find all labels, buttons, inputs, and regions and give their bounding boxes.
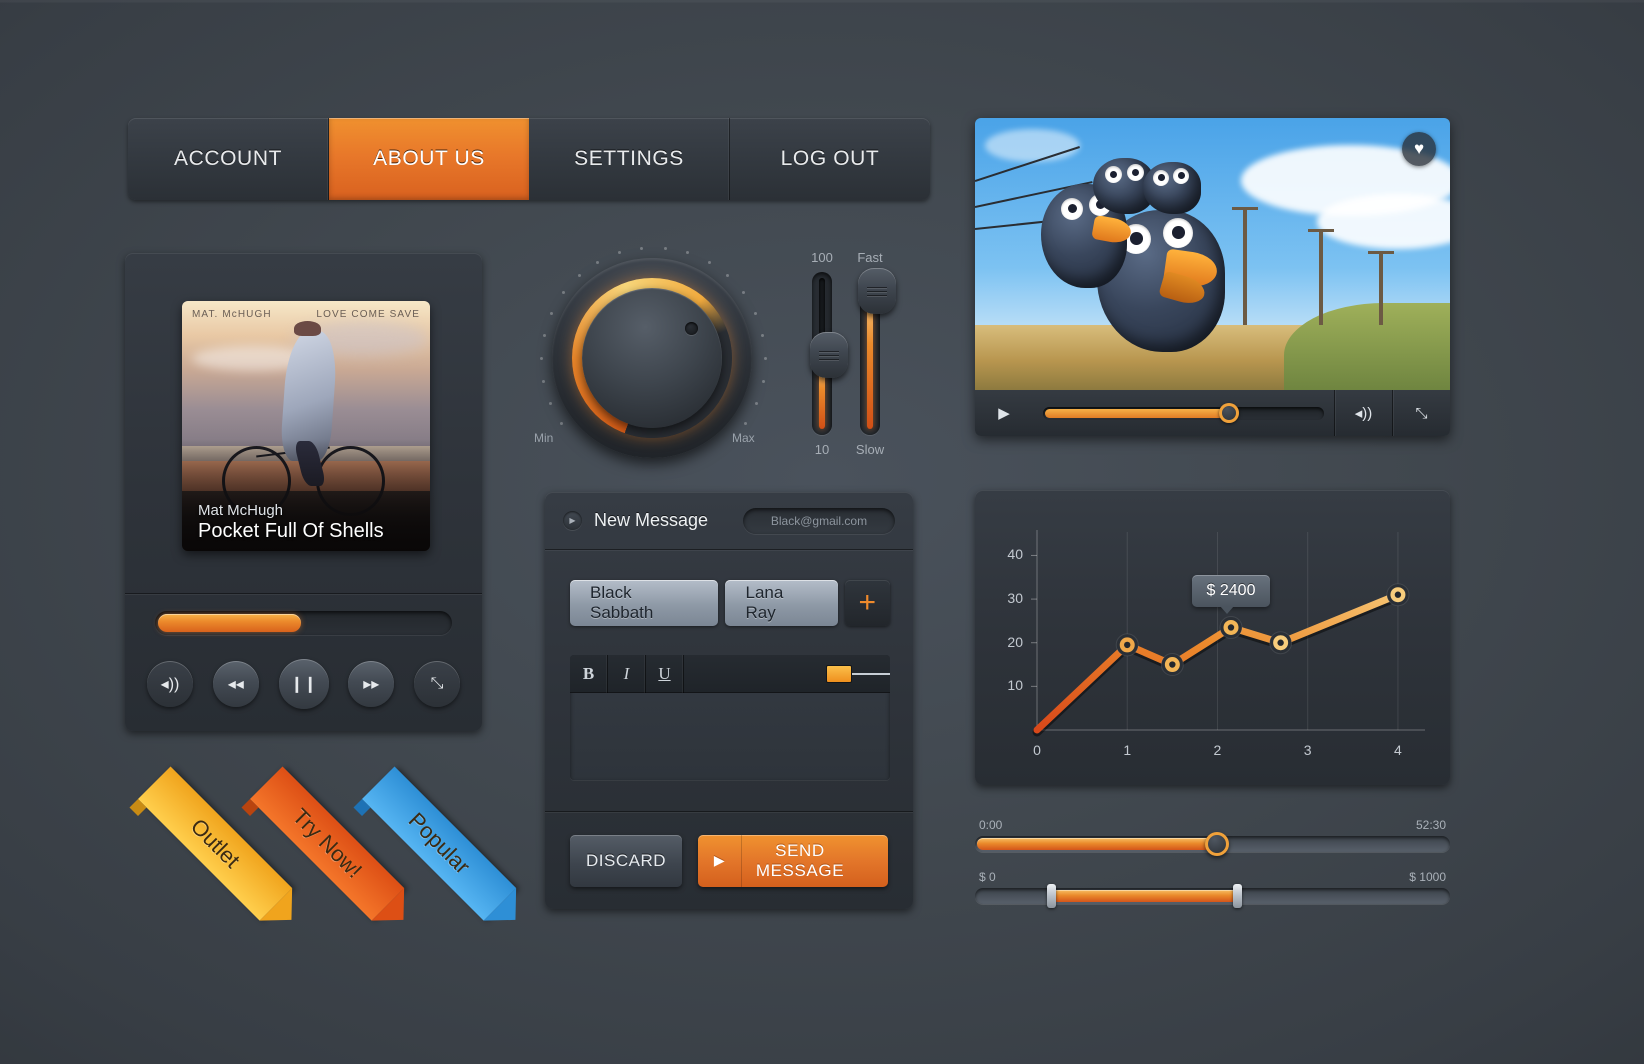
vslider-bottom-label-1: 10 xyxy=(814,442,830,457)
tab-account[interactable]: ACCOUNT xyxy=(128,118,329,200)
video-progress-thumb[interactable] xyxy=(1219,402,1239,423)
chart-svg xyxy=(1031,530,1425,737)
underline-icon[interactable]: U xyxy=(646,654,684,693)
video-fullscreen-icon[interactable]: ⤡ xyxy=(1392,390,1450,436)
chart-plot-area xyxy=(975,490,1450,785)
video-progress-bar[interactable] xyxy=(1043,402,1324,423)
vslider-track-1[interactable] xyxy=(810,272,848,435)
ribbon-group: Outlet Try Now! Popular xyxy=(128,766,532,937)
chart-x-tick: 0 xyxy=(1033,742,1041,758)
chart-tooltip: $ 2400 xyxy=(1192,575,1270,615)
rotary-knob-control[interactable]: Min Max xyxy=(520,238,790,478)
price-slider-low-handle[interactable] xyxy=(1047,884,1056,908)
chart-x-tick: 2 xyxy=(1213,742,1222,758)
discard-button[interactable]: DISCARD xyxy=(570,834,682,887)
chart-y-tick: 40 xyxy=(1007,546,1023,563)
previous-track-icon[interactable]: ◂◂ xyxy=(212,661,259,707)
message-editor: B I U xyxy=(570,654,890,780)
player-divider xyxy=(125,593,482,594)
time-slider-thumb[interactable] xyxy=(1205,832,1229,856)
vslider-top-label-2: Fast xyxy=(857,250,883,265)
line-chart-panel: $ 2400 10 20 30 40 0 1 2 3 4 xyxy=(975,490,1450,785)
align-justify-icon[interactable] xyxy=(852,655,890,693)
expand-icon[interactable]: ⤡ xyxy=(414,661,460,707)
video-control-bar: ▶ ◂)) ⤡ xyxy=(975,390,1450,436)
album-art: MAT. McHUGH LOVE COME SAVE Mat McHugh Po… xyxy=(182,301,430,551)
knob-dial[interactable] xyxy=(582,288,722,428)
knob-position-indicator xyxy=(685,322,698,335)
knob-outer-ring[interactable] xyxy=(552,258,752,458)
time-slider-track[interactable] xyxy=(975,832,1450,856)
vslider-bottom-label-2: Slow xyxy=(855,442,885,457)
send-arrow-icon: ▶ xyxy=(698,834,742,887)
vslider-thumb-2[interactable] xyxy=(858,268,896,314)
price-slider-min-label: $ 0 xyxy=(979,870,996,884)
music-player-panel: MAT. McHUGH LOVE COME SAVE Mat McHugh Po… xyxy=(125,253,482,731)
album-cover-credits: MAT. McHUGH LOVE COME SAVE xyxy=(182,301,430,327)
tab-settings[interactable]: SETTINGS xyxy=(529,118,730,200)
ribbon-popular[interactable]: Popular xyxy=(353,766,532,937)
pause-icon[interactable]: ❙❙ xyxy=(278,659,329,709)
chart-x-tick: 1 xyxy=(1123,742,1132,758)
send-message-label: SEND MESSAGE xyxy=(755,840,845,880)
price-slider-fill xyxy=(1049,890,1239,902)
album-artist-credit: MAT. McHUGH xyxy=(192,308,272,320)
video-volume-icon[interactable]: ◂)) xyxy=(1334,390,1392,436)
video-player: ♥ ▶ ◂)) ⤡ xyxy=(975,118,1450,436)
new-message-panel: ▶ New Message Black@gmail.com Black Sabb… xyxy=(545,492,913,909)
tab-log-out[interactable]: LOG OUT xyxy=(730,118,930,200)
now-playing-artist: Mat McHugh xyxy=(198,502,284,519)
message-body-input[interactable] xyxy=(570,693,890,780)
main-tab-bar: ACCOUNT ABOUT US SETTINGS LOG OUT xyxy=(128,118,930,200)
vslider-track-2[interactable] xyxy=(858,268,896,435)
expand-arrow-icon[interactable]: ▶ xyxy=(563,511,582,530)
chart-y-tick: 20 xyxy=(1007,633,1023,650)
chart-x-tick: 3 xyxy=(1303,742,1312,758)
message-footer: DISCARD ▶ SEND MESSAGE xyxy=(545,811,913,909)
text-color-swatch-icon[interactable] xyxy=(826,664,852,683)
album-title-credit: LOVE COME SAVE xyxy=(316,308,420,320)
video-frame[interactable]: ♥ xyxy=(975,118,1450,390)
video-play-icon[interactable]: ▶ xyxy=(975,390,1033,436)
send-message-button[interactable]: ▶ SEND MESSAGE xyxy=(698,834,888,887)
message-header: ▶ New Message Black@gmail.com xyxy=(545,492,913,550)
player-progress-bar[interactable] xyxy=(155,611,452,635)
price-slider-max-label: $ 1000 xyxy=(1409,870,1446,884)
price-slider-track[interactable] xyxy=(975,884,1450,908)
now-playing-track: Pocket Full Of Shells xyxy=(198,520,384,542)
message-title: New Message xyxy=(594,510,709,530)
vslider-thumb-1[interactable] xyxy=(810,332,848,378)
vertical-slider-group: 100 10 Fast Slow xyxy=(795,250,925,465)
price-slider-high-handle[interactable] xyxy=(1233,884,1242,908)
favorite-heart-icon[interactable]: ♥ xyxy=(1402,132,1436,166)
chart-x-tick: 4 xyxy=(1394,742,1402,758)
time-slider-fill xyxy=(977,838,1217,850)
vslider-top-label-1: 100 xyxy=(811,250,833,265)
knob-max-label: Max xyxy=(732,431,755,445)
knob-min-label: Min xyxy=(534,431,554,445)
editor-toolbar: B I U xyxy=(570,654,890,693)
video-progress-fill xyxy=(1045,408,1227,418)
recipient-chip[interactable]: Black Sabbath xyxy=(570,580,719,626)
time-slider-max-label: 52:30 xyxy=(1415,818,1446,832)
chart-y-tick: 10 xyxy=(1007,677,1023,694)
player-transport-controls: ◂)) ◂◂ ❙❙ ▸▸ ⤡ xyxy=(147,653,460,715)
player-progress-fill xyxy=(158,614,301,632)
chart-y-tick: 30 xyxy=(1007,590,1023,607)
time-slider-min-label: 0:00 xyxy=(979,818,1003,832)
next-track-icon[interactable]: ▸▸ xyxy=(348,661,395,707)
bold-icon[interactable]: B xyxy=(570,654,608,693)
horizontal-slider-group: 0:00 52:30 $ 0 $ 1000 xyxy=(975,818,1450,918)
recipient-chip[interactable]: Lana Ray xyxy=(725,580,838,626)
chart-tooltip-label: $ 2400 xyxy=(1206,582,1256,600)
vslider-fill-2 xyxy=(867,299,873,429)
tab-about-us[interactable]: ABOUT US xyxy=(329,118,529,200)
volume-icon[interactable]: ◂)) xyxy=(147,661,193,707)
recipient-row: Black Sabbath Lana Ray + xyxy=(570,580,891,626)
now-playing-info: Mat McHugh Pocket Full Of Shells xyxy=(182,502,430,543)
add-recipient-button[interactable]: + xyxy=(844,580,891,626)
italic-icon[interactable]: I xyxy=(608,654,646,693)
account-email-field[interactable]: Black@gmail.com xyxy=(743,507,895,534)
